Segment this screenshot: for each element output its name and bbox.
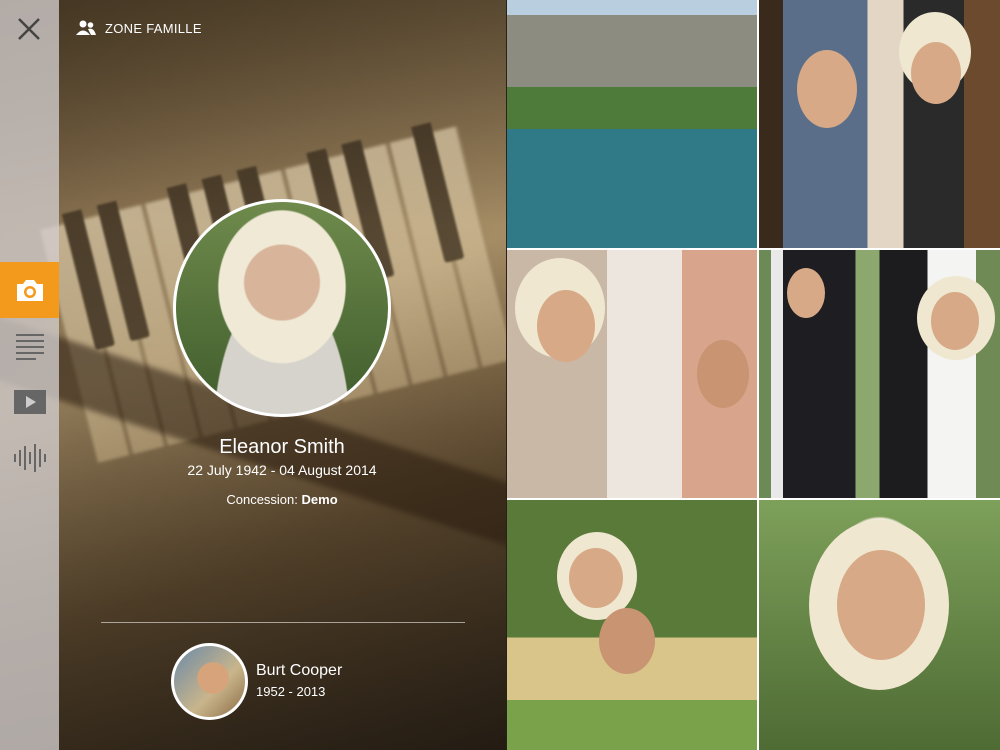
profile-name: Eleanor Smith xyxy=(219,436,345,458)
zone-famille-label: ZONE FAMILLE xyxy=(105,20,202,36)
concession-value: Demo xyxy=(301,492,338,507)
profile-dates: 22 July 1942 - 04 August 2014 xyxy=(187,462,377,478)
video-play-icon xyxy=(13,390,46,414)
section-divider xyxy=(101,622,465,623)
nav-video[interactable] xyxy=(0,374,59,430)
zone-famille-link[interactable]: ZONE FAMILLE xyxy=(75,20,202,36)
close-icon xyxy=(18,18,40,40)
photo-tile-gift[interactable] xyxy=(507,250,757,498)
camera-icon xyxy=(16,280,43,301)
concession-info: Concession: Demo xyxy=(160,492,404,507)
concession-label: Concession: xyxy=(226,492,298,507)
related-dates: 1952 - 2013 xyxy=(256,684,326,699)
audio-wave-icon xyxy=(13,444,46,472)
photo-tile-lake[interactable] xyxy=(507,0,757,248)
photo-tile-walk[interactable] xyxy=(759,250,1000,498)
close-button[interactable] xyxy=(12,14,46,44)
nav-audio[interactable] xyxy=(0,430,59,486)
family-group-icon xyxy=(76,20,96,35)
nav-text[interactable] xyxy=(0,318,59,374)
profile-portrait xyxy=(173,199,391,417)
photo-tile-portrait[interactable] xyxy=(759,500,1000,750)
related-name[interactable]: Burt Cooper xyxy=(256,662,342,680)
photo-gallery xyxy=(507,0,1000,750)
photo-tile-swing[interactable] xyxy=(507,500,757,750)
nav-photos[interactable] xyxy=(0,262,59,318)
related-avatar[interactable] xyxy=(171,643,248,720)
text-lines-icon xyxy=(15,334,44,360)
photo-tile-couple[interactable] xyxy=(759,0,1000,248)
sidebar xyxy=(0,0,59,750)
